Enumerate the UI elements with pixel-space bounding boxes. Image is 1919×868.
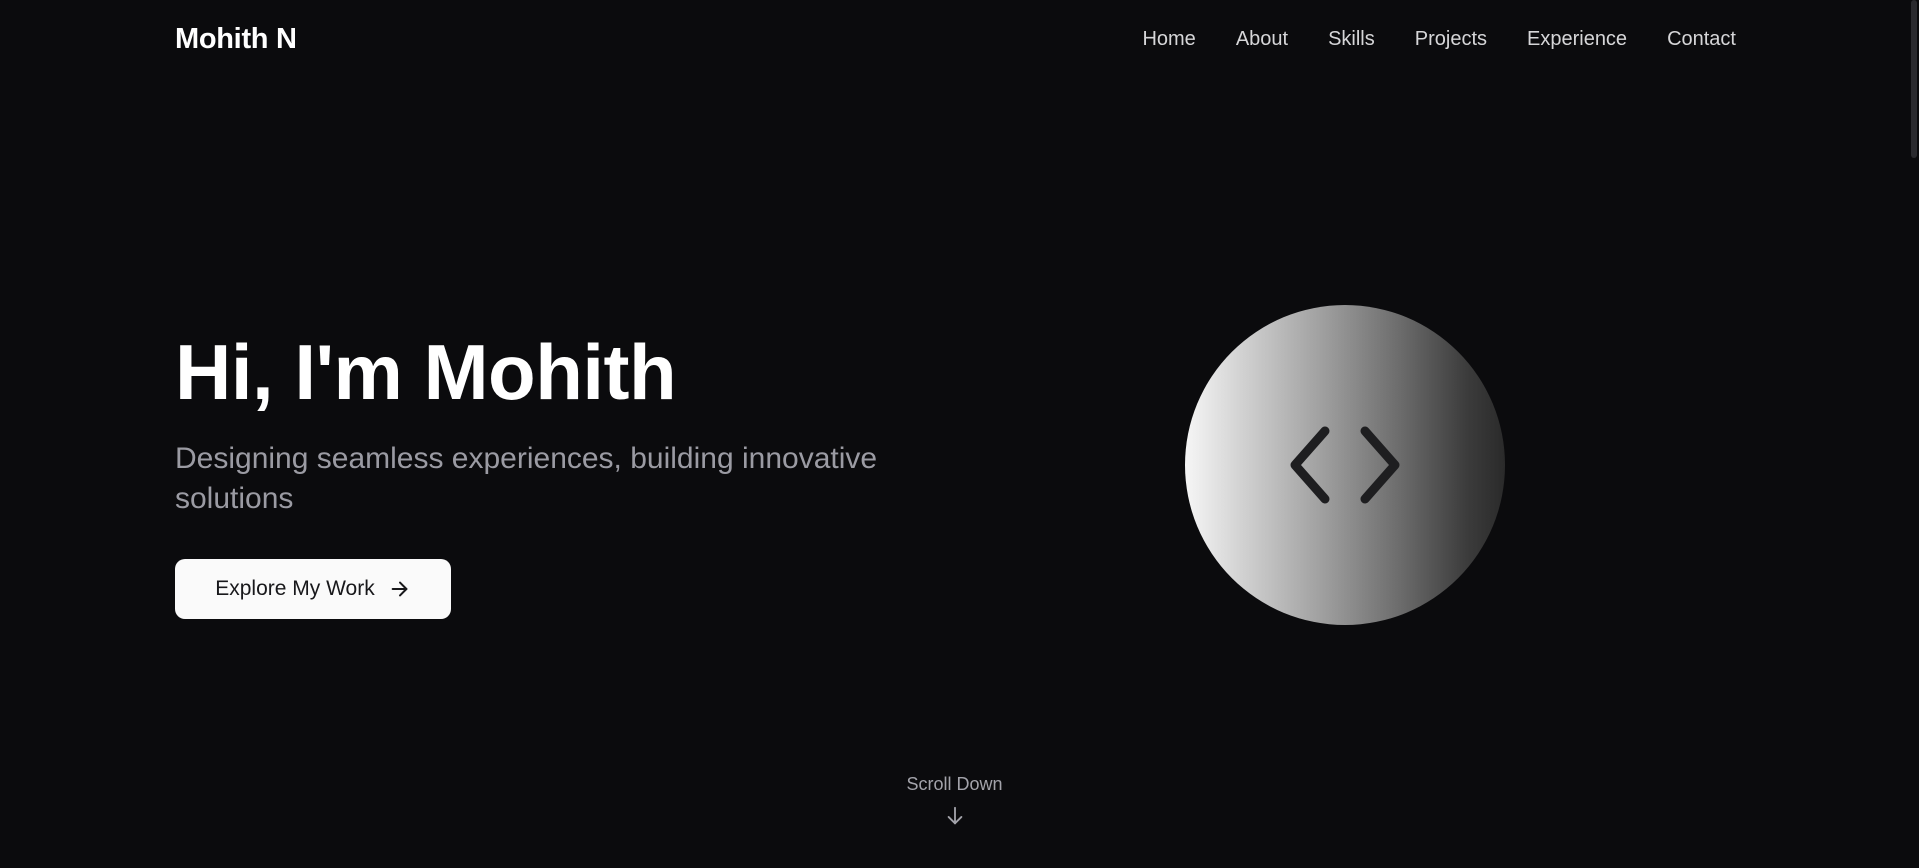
page-scrollbar[interactable] — [1911, 0, 1917, 158]
nav-link-home[interactable]: Home — [1142, 28, 1195, 51]
nav-link-about[interactable]: About — [1236, 28, 1288, 51]
scroll-down-label: Scroll Down — [906, 774, 1003, 794]
nav-link-contact[interactable]: Contact — [1667, 28, 1736, 51]
hero-subtitle: Designing seamless experiences, building… — [175, 442, 878, 515]
portfolio-page: Mohith N Home About Skills Projects Expe… — [0, 0, 1919, 868]
code-brackets-icon — [1290, 426, 1400, 504]
nav-link-projects[interactable]: Projects — [1415, 28, 1487, 51]
arrow-right-icon — [389, 578, 411, 600]
nav-link-experience[interactable]: Experience — [1527, 28, 1627, 51]
arrow-down-icon — [947, 806, 962, 825]
nav-links: Home About Skills Projects Experience Co… — [1142, 28, 1736, 51]
explore-work-button[interactable]: Explore My Work — [175, 559, 451, 619]
scroll-down-indicator[interactable]: Scroll Down — [0, 774, 1909, 827]
site-logo[interactable]: Mohith N — [175, 23, 297, 56]
hero-title: Hi, I'm Mohith — [175, 328, 677, 416]
nav-link-skills[interactable]: Skills — [1328, 28, 1375, 51]
navbar: Mohith N Home About Skills Projects Expe… — [175, 16, 1736, 62]
explore-work-label: Explore My Work — [215, 577, 375, 600]
hero-visual-circle — [1185, 305, 1505, 625]
